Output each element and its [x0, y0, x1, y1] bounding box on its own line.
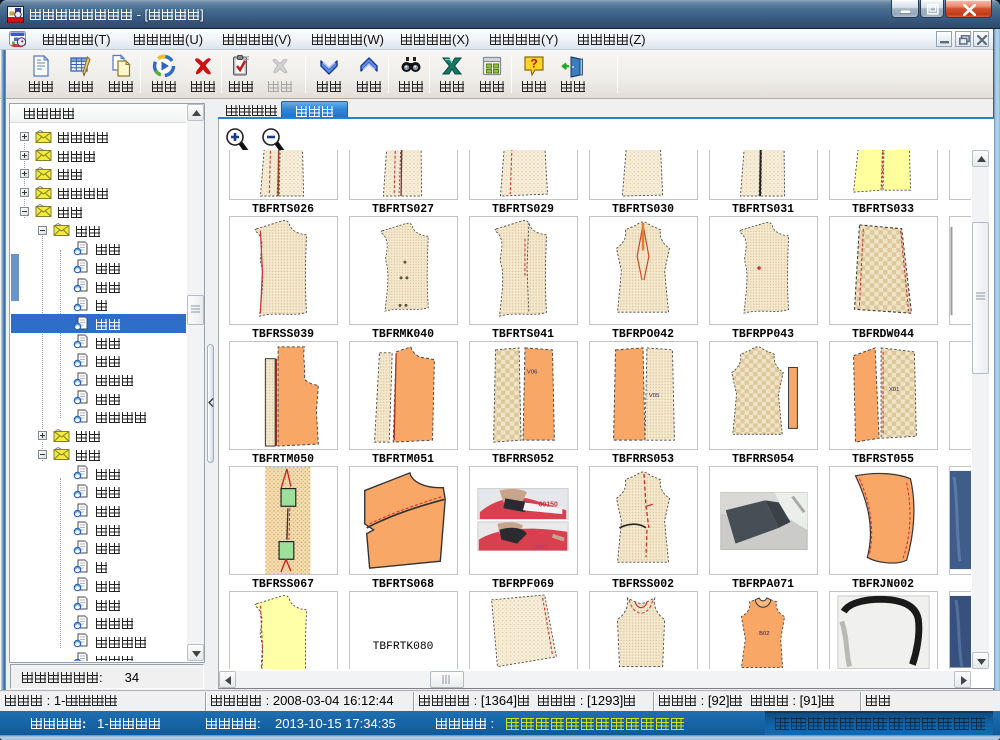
svg-text:4815: 4815 — [535, 544, 549, 550]
svg-text:60150: 60150 — [539, 501, 558, 508]
svg-text:?: ? — [530, 57, 537, 71]
svg-text:X01: X01 — [889, 387, 899, 393]
svg-text:V06: V06 — [527, 369, 538, 375]
svg-text:TBFRTK080: TBFRTK080 — [373, 641, 434, 653]
svg-text:B02: B02 — [759, 631, 769, 637]
svg-text:V05: V05 — [649, 393, 660, 399]
